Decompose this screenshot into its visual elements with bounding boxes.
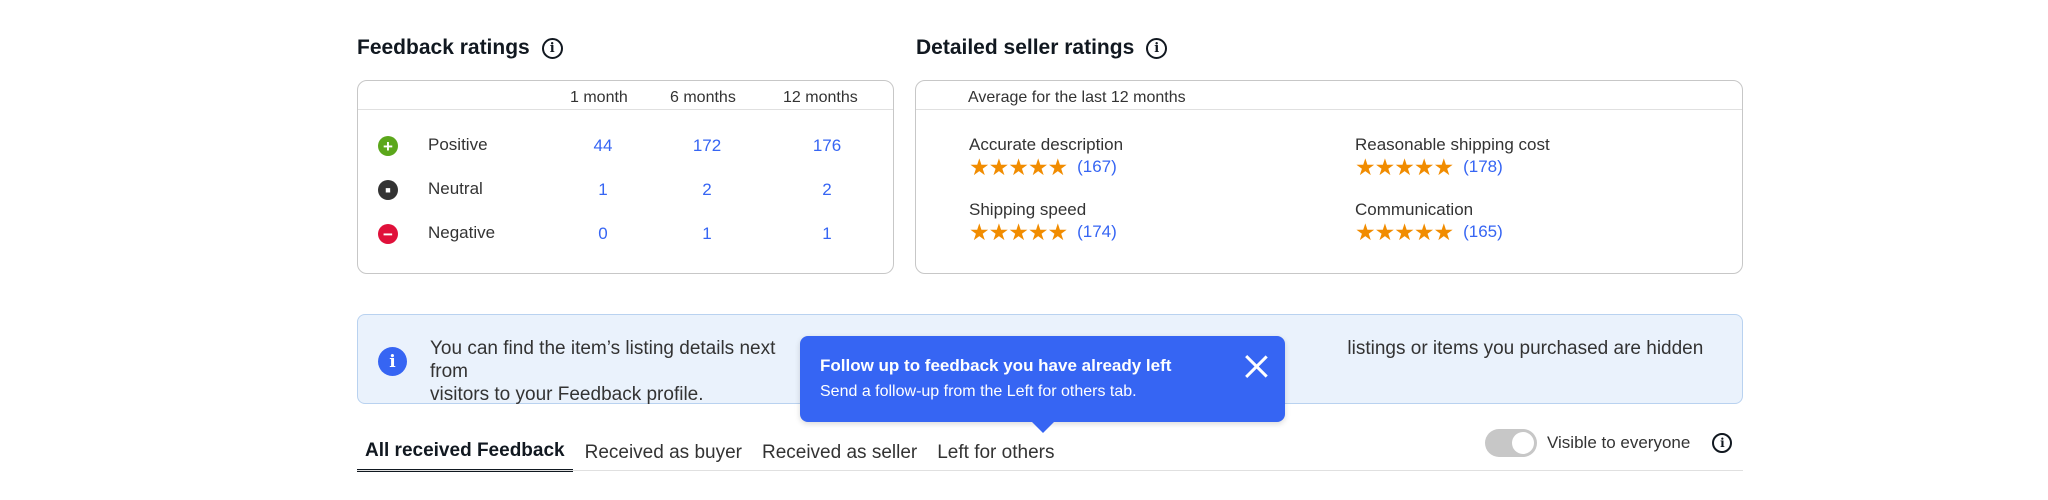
close-icon[interactable] bbox=[1243, 353, 1269, 379]
tabs-divider bbox=[357, 470, 1743, 471]
rating-accurate-description: Accurate description ★★★★★ (167) bbox=[969, 135, 1124, 180]
follow-up-tooltip: Follow up to feedback you have already l… bbox=[800, 336, 1285, 422]
rating-count-link[interactable]: (178) bbox=[1463, 157, 1503, 177]
tooltip-body: Send a follow-up from the Left for other… bbox=[820, 383, 1137, 400]
positive-12-months-link[interactable]: 176 bbox=[797, 136, 857, 156]
positive-6-months-link[interactable]: 172 bbox=[677, 136, 737, 156]
column-header-12-months: 12 months bbox=[783, 89, 858, 106]
visibility-label: Visible to everyone bbox=[1547, 433, 1691, 452]
rating-count-link[interactable]: (165) bbox=[1463, 222, 1503, 242]
tooltip-title: Follow up to feedback you have already l… bbox=[820, 356, 1172, 375]
detailed-seller-ratings-title: Detailed seller ratings i bbox=[916, 36, 1168, 60]
rating-count-link[interactable]: (174) bbox=[1077, 222, 1117, 242]
negative-6-months-link[interactable]: 1 bbox=[677, 224, 737, 244]
negative-1-month-link[interactable]: 0 bbox=[573, 224, 633, 244]
negative-icon: − bbox=[378, 224, 398, 244]
tab-received-as-buyer[interactable]: Received as buyer bbox=[577, 442, 750, 472]
detailed-seller-ratings-card: Average for the last 12 months Accurate … bbox=[915, 80, 1743, 274]
detailed-seller-ratings-title-text: Detailed seller ratings bbox=[916, 36, 1135, 59]
info-icon[interactable]: i bbox=[1146, 37, 1168, 59]
rating-reasonable-shipping-cost: Reasonable shipping cost ★★★★★ (178) bbox=[1355, 135, 1550, 180]
banner-line2: visitors to your Feedback profile. bbox=[430, 384, 704, 405]
rating-label: Reasonable shipping cost bbox=[1355, 135, 1550, 154]
positive-1-month-link[interactable]: 44 bbox=[573, 136, 633, 156]
rating-count-link[interactable]: (167) bbox=[1077, 157, 1117, 177]
star-rating-icon: ★★★★★ bbox=[1355, 154, 1454, 180]
neutral-12-months-link[interactable]: 2 bbox=[797, 180, 857, 200]
rating-label: Shipping speed bbox=[969, 200, 1087, 219]
visibility-control: Visible to everyone i bbox=[1485, 429, 1733, 457]
neutral-6-months-link[interactable]: 2 bbox=[677, 180, 737, 200]
tab-received-as-seller[interactable]: Received as seller bbox=[754, 442, 925, 472]
positive-icon: + bbox=[378, 136, 398, 156]
feedback-tabs: All received Feedback Received as buyer … bbox=[357, 430, 1066, 472]
rating-shipping-speed: Shipping speed ★★★★★ (174) bbox=[969, 200, 1117, 245]
star-rating-icon: ★★★★★ bbox=[969, 219, 1068, 245]
info-icon[interactable]: i bbox=[541, 37, 563, 59]
visibility-toggle[interactable] bbox=[1485, 429, 1537, 457]
column-header-6-months: 6 months bbox=[670, 89, 736, 106]
column-header-1-month: 1 month bbox=[570, 89, 628, 106]
info-icon[interactable]: i bbox=[1712, 433, 1733, 453]
banner-line1-left: You can find the item’s listing details … bbox=[430, 338, 776, 359]
neutral-1-month-link[interactable]: 1 bbox=[573, 180, 633, 200]
rating-label: Communication bbox=[1355, 200, 1474, 219]
row-label-neutral: Neutral bbox=[428, 179, 483, 198]
neutral-icon: ■ bbox=[378, 180, 398, 200]
tab-left-for-others[interactable]: Left for others bbox=[929, 442, 1062, 472]
rating-communication: Communication ★★★★★ (165) bbox=[1355, 200, 1503, 245]
header-divider bbox=[358, 109, 893, 110]
negative-12-months-link[interactable]: 1 bbox=[797, 224, 857, 244]
toggle-knob bbox=[1512, 432, 1534, 454]
tab-all-received-feedback[interactable]: All received Feedback bbox=[357, 440, 573, 472]
star-rating-icon: ★★★★★ bbox=[969, 154, 1068, 180]
row-label-negative: Negative bbox=[428, 223, 496, 242]
feedback-ratings-card: 1 month 6 months 12 months + Positive 44… bbox=[357, 80, 894, 274]
rating-label: Accurate description bbox=[969, 135, 1124, 154]
header-divider bbox=[916, 109, 1742, 110]
row-label-positive: Positive bbox=[428, 135, 488, 154]
dsr-subtitle: Average for the last 12 months bbox=[968, 89, 1186, 106]
feedback-ratings-title: Feedback ratings i bbox=[357, 36, 563, 60]
info-icon: i bbox=[378, 347, 407, 376]
feedback-ratings-title-text: Feedback ratings bbox=[357, 36, 530, 59]
star-rating-icon: ★★★★★ bbox=[1355, 219, 1454, 245]
